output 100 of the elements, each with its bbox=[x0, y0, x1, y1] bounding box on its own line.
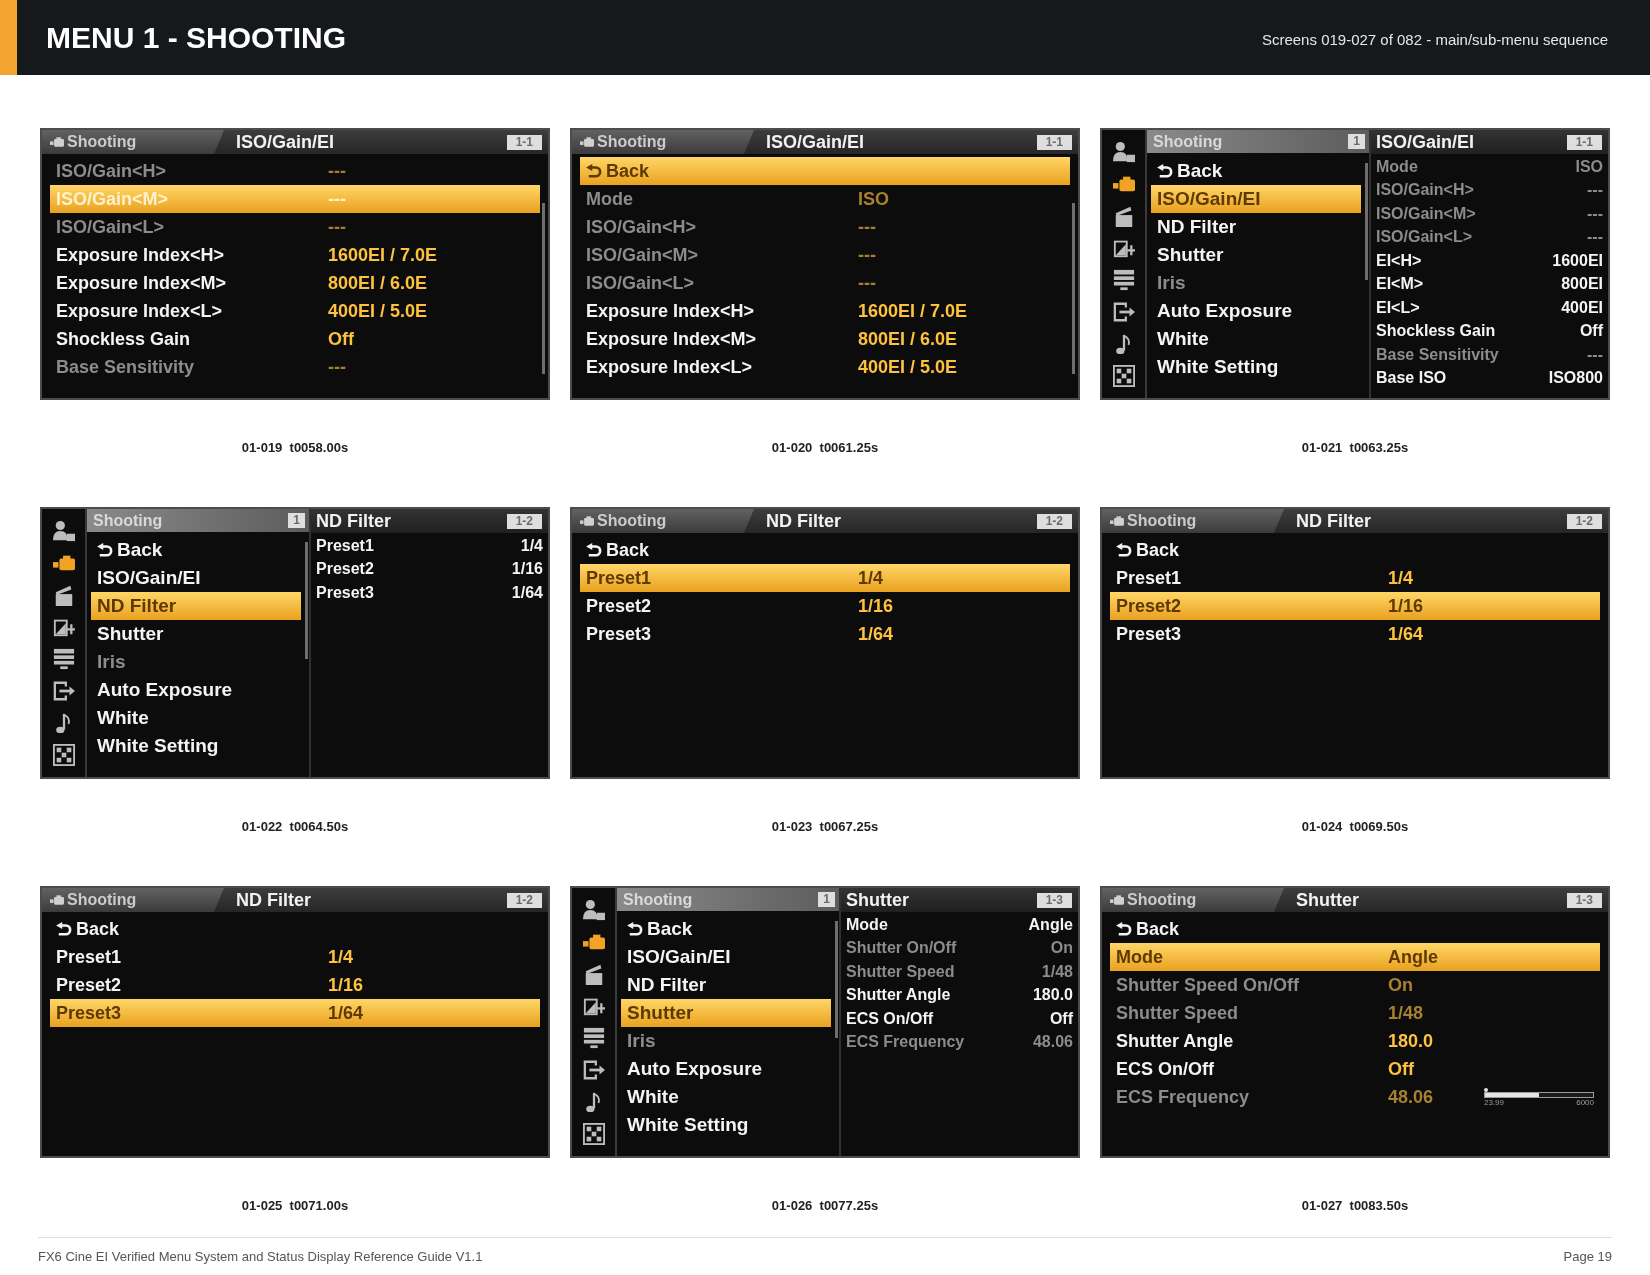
menu-item[interactable]: Preset3 1/64 bbox=[1110, 620, 1600, 648]
checker-icon[interactable] bbox=[582, 1123, 605, 1145]
screen-caption: 01-021 t0063.25s bbox=[1300, 440, 1410, 456]
menu-item[interactable]: Exposure Index<H> 1600EI / 7.0E bbox=[50, 241, 540, 269]
setting-value: 1/16 bbox=[328, 974, 365, 996]
menu-item[interactable]: White Setting bbox=[621, 1111, 831, 1139]
menu-title: ISO/Gain/EI bbox=[236, 131, 335, 153]
scrollbar[interactable] bbox=[542, 202, 545, 374]
menu-item[interactable]: Preset1 1/4 bbox=[580, 564, 1070, 592]
page-subtitle: Screens 019-027 of 082 - main/sub-menu sequence bbox=[1261, 31, 1608, 48]
setting-value: 1/64 bbox=[1388, 623, 1425, 645]
stacked-bars-icon[interactable] bbox=[582, 1027, 605, 1049]
menu-item[interactable]: White bbox=[1151, 325, 1361, 353]
menu-item[interactable]: White bbox=[621, 1083, 831, 1111]
screen-caption: 01-026 t0077.25s bbox=[770, 1198, 880, 1214]
menu-item[interactable]: Back bbox=[1110, 536, 1600, 564]
output-arrow-icon[interactable] bbox=[52, 680, 75, 702]
setting-value: 1/64 bbox=[328, 1002, 365, 1024]
menu-item[interactable]: Shutter bbox=[621, 999, 831, 1027]
menu-item[interactable]: Shutter Angle 180.0 bbox=[1110, 1027, 1600, 1055]
stacked-bars-icon[interactable] bbox=[52, 648, 75, 670]
menu-item[interactable]: Back bbox=[1110, 915, 1600, 943]
setting-value: Off bbox=[1388, 1058, 1415, 1080]
page-number: Page 19 bbox=[1563, 1249, 1612, 1265]
stacked-bars-icon[interactable] bbox=[1112, 269, 1135, 291]
menu-item[interactable]: ND Filter bbox=[1151, 213, 1361, 241]
menu-item[interactable]: Exposure Index<M> 800EI / 6.0E bbox=[580, 325, 1070, 353]
menu-item[interactable]: Auto Exposure bbox=[1151, 297, 1361, 325]
menu-item[interactable]: Auto Exposure bbox=[621, 1055, 831, 1083]
menu-item[interactable]: Preset1 1/4 bbox=[311, 534, 548, 558]
video-camera-icon bbox=[50, 137, 64, 147]
setting-value: Off bbox=[1579, 322, 1603, 341]
output-arrow-icon[interactable] bbox=[582, 1059, 605, 1081]
menu-item[interactable]: Mode Angle bbox=[1110, 943, 1600, 971]
back-arrow-icon bbox=[56, 922, 72, 936]
category-tab[interactable]: Shooting bbox=[572, 130, 754, 154]
person-icon[interactable] bbox=[582, 899, 605, 921]
menu-item[interactable]: Preset1 1/4 bbox=[50, 943, 540, 971]
setting-value: ISO800 bbox=[1548, 369, 1603, 388]
setting-value: 800EI / 6.0E bbox=[858, 328, 959, 350]
menu-item[interactable]: Exposure Index<L> 400EI / 5.0E bbox=[580, 353, 1070, 381]
menu-item[interactable]: Preset3 1/64 bbox=[50, 999, 540, 1027]
menu-item[interactable]: ECS On/Off Off bbox=[841, 1007, 1078, 1031]
menu-item[interactable]: Preset3 1/64 bbox=[311, 581, 548, 605]
menu-item[interactable]: EI<L> 400EI bbox=[1371, 296, 1608, 320]
screen-caption: 01-022 t0064.50s bbox=[240, 819, 350, 835]
menu-item[interactable]: White Setting bbox=[91, 732, 301, 760]
screen-caption: 01-019 t0058.00s bbox=[240, 440, 350, 456]
menu-item[interactable]: Auto Exposure bbox=[91, 676, 301, 704]
menu-item[interactable]: EI<M> 800EI bbox=[1371, 272, 1608, 296]
setting-value: --- bbox=[858, 272, 877, 294]
menu-item[interactable]: Exposure Index<M> 800EI / 6.0E bbox=[50, 269, 540, 297]
menu-item[interactable]: Back bbox=[580, 157, 1070, 185]
menu-item[interactable]: Back bbox=[580, 536, 1070, 564]
setting-value: 1/4 bbox=[1388, 567, 1415, 589]
menu-item[interactable]: ISO/Gain/EI bbox=[621, 943, 831, 971]
menu-item[interactable]: Shutter Angle 180.0 bbox=[841, 983, 1078, 1007]
menu-item[interactable]: Shutter bbox=[91, 620, 301, 648]
person-icon[interactable] bbox=[1112, 141, 1135, 163]
scrollbar[interactable] bbox=[1072, 202, 1075, 374]
menu-item[interactable]: EI<H> 1600EI bbox=[1371, 249, 1608, 273]
scrollbar[interactable] bbox=[305, 541, 308, 660]
menu-item[interactable]: White bbox=[91, 704, 301, 732]
menu-item[interactable]: Preset2 1/16 bbox=[50, 971, 540, 999]
scrollbar[interactable] bbox=[835, 920, 838, 1039]
menu-item[interactable]: Shockless Gain Off bbox=[50, 325, 540, 353]
menu-item[interactable]: Back bbox=[621, 915, 831, 943]
menu-item[interactable]: Preset1 1/4 bbox=[1110, 564, 1600, 592]
checker-icon[interactable] bbox=[52, 744, 75, 766]
menu-item[interactable]: Preset2 1/16 bbox=[311, 557, 548, 581]
category-tab[interactable]: Shooting bbox=[572, 509, 754, 533]
screen-caption: 01-023 t0067.25s bbox=[770, 819, 880, 835]
menu-item[interactable]: Back bbox=[50, 915, 540, 943]
person-icon[interactable] bbox=[52, 520, 75, 542]
menu-item[interactable]: Base ISO ISO800 bbox=[1371, 366, 1608, 390]
menu-item[interactable]: Back bbox=[1151, 157, 1361, 185]
menu-item[interactable]: Preset3 1/64 bbox=[580, 620, 1070, 648]
menu-item[interactable]: White Setting bbox=[1151, 353, 1361, 381]
menu-item[interactable]: Exposure Index<L> 400EI / 5.0E bbox=[50, 297, 540, 325]
output-arrow-icon[interactable] bbox=[1112, 301, 1135, 323]
menu-item[interactable]: Mode Angle bbox=[841, 913, 1078, 937]
menu-item[interactable]: ISO/Gain/EI bbox=[1151, 185, 1361, 213]
checker-icon[interactable] bbox=[1112, 365, 1135, 387]
menu-title: ISO/Gain/EI bbox=[1376, 131, 1475, 153]
menu-item[interactable]: Back bbox=[91, 536, 301, 564]
category-tab[interactable]: Shooting bbox=[42, 888, 224, 912]
category-tab[interactable]: Shooting bbox=[1102, 509, 1284, 533]
category-tab[interactable]: Shooting bbox=[1102, 888, 1284, 912]
menu-item[interactable]: Shutter bbox=[1151, 241, 1361, 269]
menu-item[interactable]: Shockless Gain Off bbox=[1371, 319, 1608, 343]
menu-item[interactable]: Preset2 1/16 bbox=[1110, 592, 1600, 620]
menu-item[interactable]: ECS On/Off Off bbox=[1110, 1055, 1600, 1083]
setting-value: 48.06 bbox=[1388, 1086, 1435, 1108]
menu-item[interactable]: Exposure Index<H> 1600EI / 7.0E bbox=[580, 297, 1070, 325]
menu-item[interactable]: ISO/Gain/EI bbox=[91, 564, 301, 592]
menu-item[interactable]: ND Filter bbox=[621, 971, 831, 999]
menu-item[interactable]: ND Filter bbox=[91, 592, 301, 620]
scrollbar[interactable] bbox=[1365, 162, 1368, 281]
category-tab[interactable]: Shooting bbox=[42, 130, 224, 154]
menu-item[interactable]: Preset2 1/16 bbox=[580, 592, 1070, 620]
